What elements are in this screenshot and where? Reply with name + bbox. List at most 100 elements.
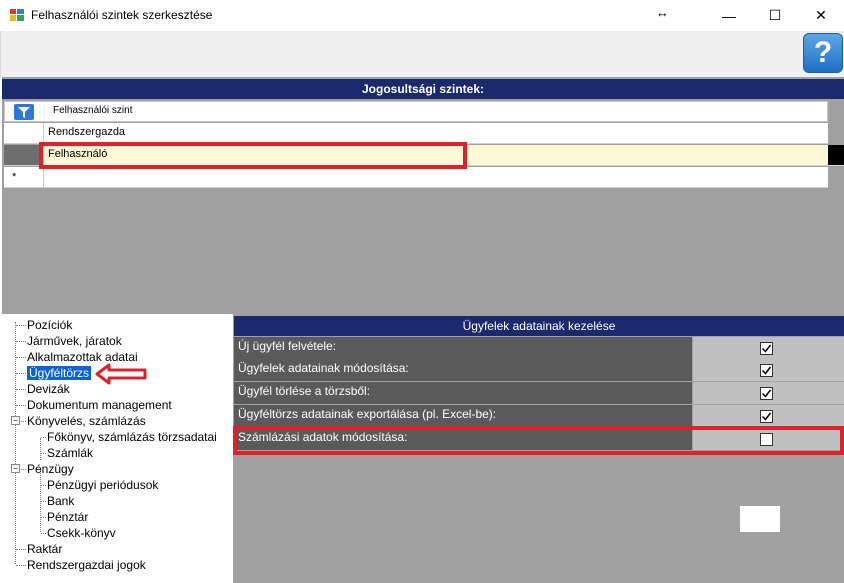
tree-item[interactable]: Pénzügyi periódusok xyxy=(47,477,158,493)
tree-line xyxy=(40,438,41,460)
tree-line xyxy=(41,533,46,534)
tree-item[interactable]: Számlák xyxy=(47,445,93,461)
highlight-frame xyxy=(233,426,844,455)
tree-item[interactable]: Rendszergazdai jogok xyxy=(27,557,146,573)
tree-item[interactable]: Dokumentum management xyxy=(27,397,172,413)
tree-item[interactable]: Ügyféltörzs xyxy=(27,365,92,381)
checkmark-icon xyxy=(761,389,772,398)
tree-item-label: Rendszergazdai jogok xyxy=(27,558,146,572)
row-selector[interactable] xyxy=(4,123,44,143)
tree-item-label: Pénzügy xyxy=(27,462,74,476)
tree-item[interactable]: Pénzügy xyxy=(27,461,74,477)
row-edge-marker xyxy=(828,145,844,165)
tree-item-label: Dokumentum management xyxy=(27,398,172,412)
tree-item-label: Raktár xyxy=(27,542,63,556)
toolbar xyxy=(0,31,844,77)
levels-grid-title: Jogosultsági szintek: xyxy=(2,79,844,99)
row-selector[interactable] xyxy=(4,145,44,165)
new-row-marker: * xyxy=(12,171,17,183)
column-header-user-level[interactable]: Felhasználói szint xyxy=(53,105,132,116)
checkmark-icon xyxy=(761,344,772,353)
collapse-icon[interactable]: − xyxy=(11,416,20,425)
tree-line xyxy=(16,357,26,358)
tree-line xyxy=(41,437,46,438)
pointer-arrow-icon xyxy=(95,363,147,388)
permission-checkbox[interactable] xyxy=(760,387,773,400)
checkmark-icon xyxy=(761,412,772,421)
tree-line xyxy=(16,565,26,566)
permission-checkbox[interactable] xyxy=(760,364,773,377)
tree-item[interactable]: Pénztár xyxy=(47,509,88,525)
blank-box xyxy=(740,506,780,532)
permission-check-cell xyxy=(693,382,844,404)
help-button[interactable]: ? xyxy=(803,33,843,73)
minimize-icon: — xyxy=(722,7,736,24)
close-icon: ✕ xyxy=(815,7,827,23)
tree-item-label: Járművek, járatok xyxy=(27,334,122,348)
tree-item-label: Könyvelés, számlázás xyxy=(27,414,146,428)
tree-item[interactable]: Devizák xyxy=(27,381,70,397)
permission-check-cell xyxy=(693,337,844,359)
levels-panel: Jogosultsági szintek: Felhasználói szint… xyxy=(2,77,844,314)
tree-line xyxy=(16,373,26,374)
maximize-icon: ☐ xyxy=(768,7,782,23)
tree-item-label: Pénztár xyxy=(47,510,89,524)
permission-check-cell xyxy=(693,359,844,381)
permission-label: Ügyfél törlése a törzsből: xyxy=(234,382,692,404)
row-selector[interactable]: * xyxy=(4,167,44,187)
permission-checkbox[interactable] xyxy=(760,342,773,355)
permission-label: Ügyfelek adatainak módosítása: xyxy=(234,359,692,381)
table-cell[interactable]: Rendszergazda xyxy=(48,126,125,138)
tree-item-label: Főkönyv, számlázás törzsadatai xyxy=(47,430,217,444)
tree-item[interactable]: Járművek, járatok xyxy=(27,333,122,349)
tree-item[interactable]: Pozíciók xyxy=(27,317,72,333)
tree-item-label: Számlák xyxy=(47,446,94,460)
collapse-icon[interactable]: − xyxy=(11,464,20,473)
tree-line xyxy=(41,485,46,486)
permission-checkbox[interactable] xyxy=(760,410,773,423)
permission-label: Új ügyfél felvétele: xyxy=(234,337,692,359)
tree-item-label: Csekk-könyv xyxy=(47,526,116,540)
tree-item[interactable]: Főkönyv, számlázás törzsadatai xyxy=(47,429,217,445)
tree-line xyxy=(16,389,26,390)
help-icon: ? xyxy=(813,36,833,69)
maximize-button[interactable]: ☐ xyxy=(752,0,798,31)
tree-item-label: Pozíciók xyxy=(27,318,73,332)
tree-item[interactable]: Csekk-könyv xyxy=(47,525,116,541)
tree-item-label: Ügyféltörzs xyxy=(27,366,92,380)
title-bar: Felhasználói szintek szerkesztése ↔ — ☐ … xyxy=(0,0,844,31)
permission-row: Ügyfelek adatainak módosítása: xyxy=(234,359,844,381)
tree-line xyxy=(15,322,16,564)
permission-row: Ügyfél törlése a törzsből: xyxy=(234,382,844,404)
highlight-frame xyxy=(39,142,467,169)
tree-line xyxy=(16,341,26,342)
table-row[interactable]: Rendszergazda xyxy=(4,123,828,144)
permissions-title: Ügyfelek adatainak kezelése xyxy=(234,316,844,336)
tree-item-label: Bank xyxy=(47,494,75,508)
window-title: Felhasználói szintek szerkesztése xyxy=(31,8,213,22)
tree-item[interactable]: Könyvelés, számlázás xyxy=(27,413,146,429)
tree-line xyxy=(16,405,26,406)
tree-line xyxy=(16,549,26,550)
filter-icon[interactable] xyxy=(14,104,34,120)
checkmark-icon xyxy=(761,366,772,375)
tree-line xyxy=(16,325,26,326)
close-button[interactable]: ✕ xyxy=(798,0,844,31)
permission-check-cell xyxy=(693,405,844,427)
resize-icon: ↔ xyxy=(656,5,669,20)
table-row-new[interactable]: * xyxy=(4,167,828,188)
tree-item-label: Alkalmazottak adatai xyxy=(27,350,138,364)
tree-item[interactable]: Raktár xyxy=(27,541,62,557)
permission-row: Ügyféltörzs adatainak exportálása (pl. E… xyxy=(234,405,844,427)
tree-item-label: Devizák xyxy=(27,382,70,396)
permission-row: Új ügyfél felvétele: xyxy=(234,337,844,359)
levels-grid-header: Felhasználói szint xyxy=(4,101,828,122)
tree-line xyxy=(41,517,46,518)
permission-label: Ügyféltörzs adatainak exportálása (pl. E… xyxy=(234,405,692,427)
minimize-button[interactable]: — xyxy=(706,0,752,31)
tree-item-label: Pénzügyi periódusok xyxy=(47,478,159,492)
app-icon xyxy=(10,9,24,21)
tree-item[interactable]: Bank xyxy=(47,493,74,509)
tree-line xyxy=(41,453,46,454)
tree-line xyxy=(41,501,46,502)
